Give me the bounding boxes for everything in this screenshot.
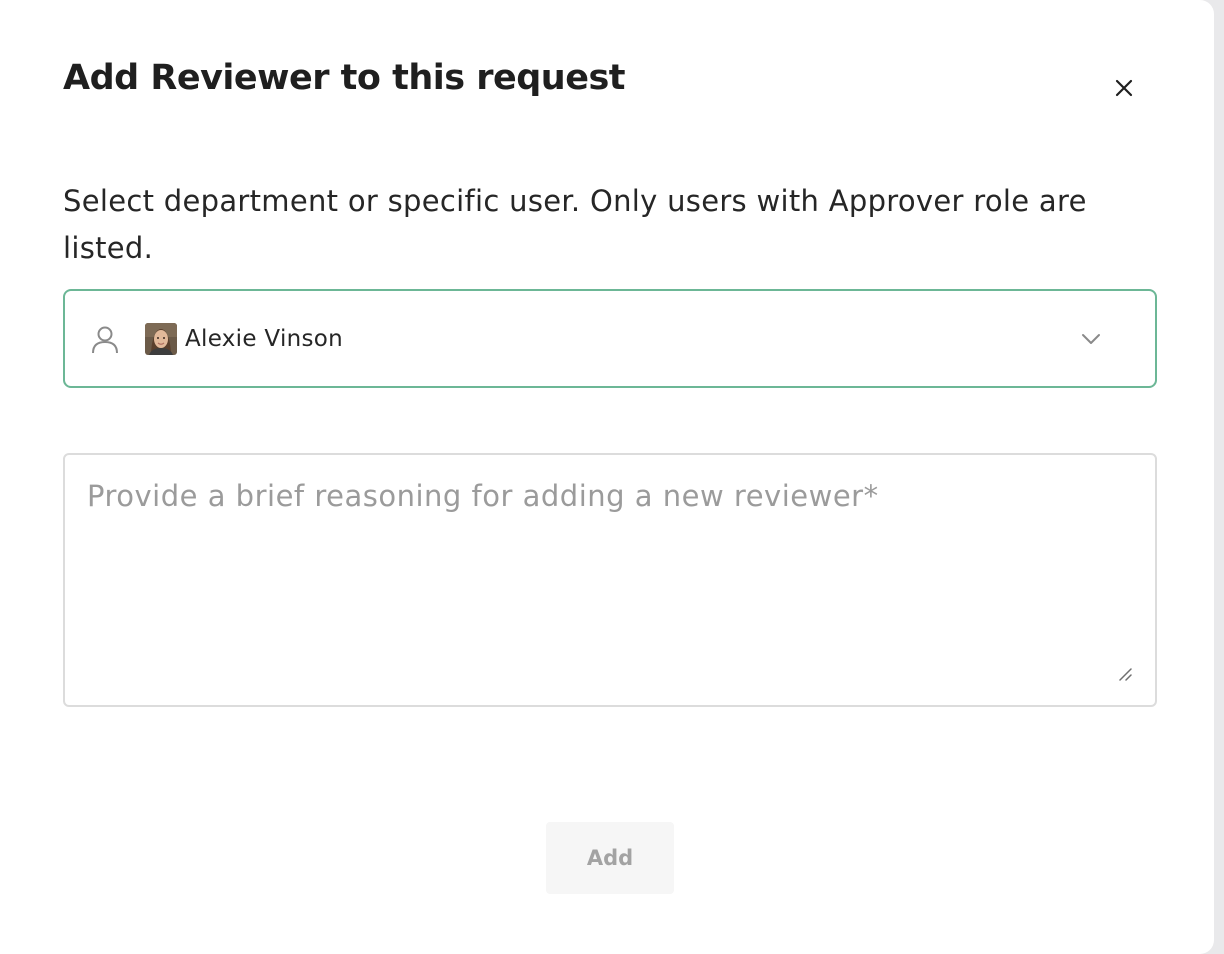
reasoning-textarea[interactable] — [63, 453, 1157, 707]
reviewer-select[interactable]: Alexie Vinson — [63, 289, 1157, 388]
resize-handle-icon[interactable] — [1116, 665, 1132, 681]
chevron-down-icon — [1082, 334, 1100, 344]
reasoning-field-wrapper — [63, 453, 1157, 707]
close-icon — [1115, 79, 1133, 97]
close-button[interactable] — [1108, 72, 1140, 104]
avatar — [145, 323, 177, 355]
selected-reviewer-name: Alexie Vinson — [185, 326, 344, 352]
add-button[interactable]: Add — [546, 822, 674, 894]
user-icon — [92, 326, 118, 354]
add-reviewer-dialog: Add Reviewer to this request Select depa… — [0, 0, 1214, 954]
dialog-title: Add Reviewer to this request — [63, 58, 626, 98]
dialog-description: Select department or specific user. Only… — [63, 184, 1087, 265]
